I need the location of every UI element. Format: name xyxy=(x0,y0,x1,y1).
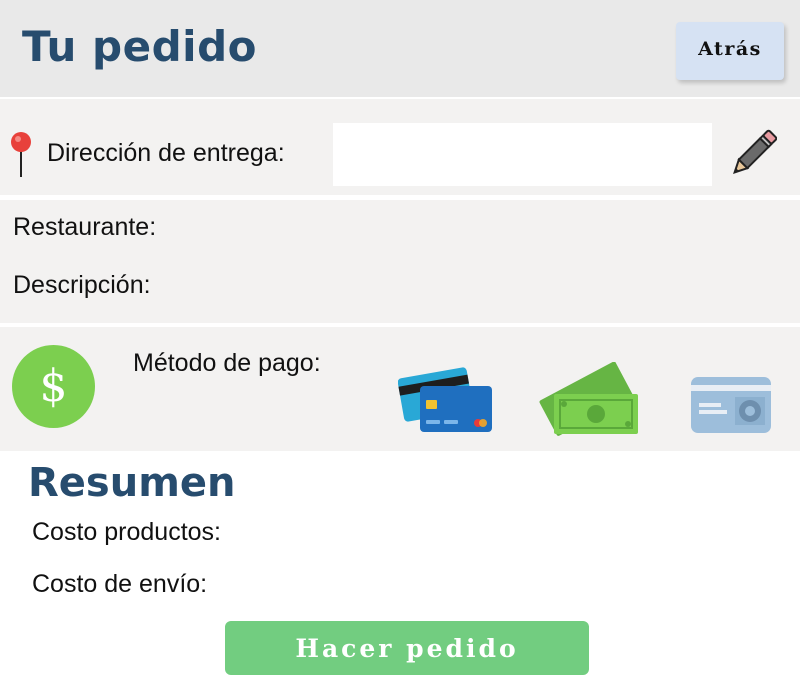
dollar-icon: $ xyxy=(12,345,95,428)
restaurant-section: Restaurante: Descripción: xyxy=(0,200,800,323)
cash-icon[interactable] xyxy=(538,362,640,438)
back-button[interactable]: Atrás xyxy=(676,22,784,80)
debit-card-icon[interactable] xyxy=(689,375,773,435)
products-cost-label: Costo productos: xyxy=(32,518,221,546)
location-pin-icon xyxy=(11,132,31,177)
delivery-address-label: Dirección de entrega: xyxy=(47,139,285,167)
payment-method-label: Método de pago: xyxy=(133,349,321,377)
header-bar: Tu pedido Atrás xyxy=(0,0,800,97)
delivery-address-section: Dirección de entrega: xyxy=(0,99,800,195)
description-label: Descripción: xyxy=(13,271,151,299)
place-order-button[interactable]: Hacer pedido xyxy=(225,621,589,675)
page-title: Tu pedido xyxy=(22,22,257,71)
summary-title: Resumen xyxy=(28,460,236,506)
shipping-cost-label: Costo de envío: xyxy=(32,570,208,598)
delivery-address-input[interactable] xyxy=(333,123,712,186)
restaurant-label: Restaurante: xyxy=(13,213,157,241)
pencil-edit-icon[interactable] xyxy=(729,128,777,180)
credit-cards-icon[interactable] xyxy=(398,362,494,434)
payment-section: $ Método de pago: xyxy=(0,327,800,451)
